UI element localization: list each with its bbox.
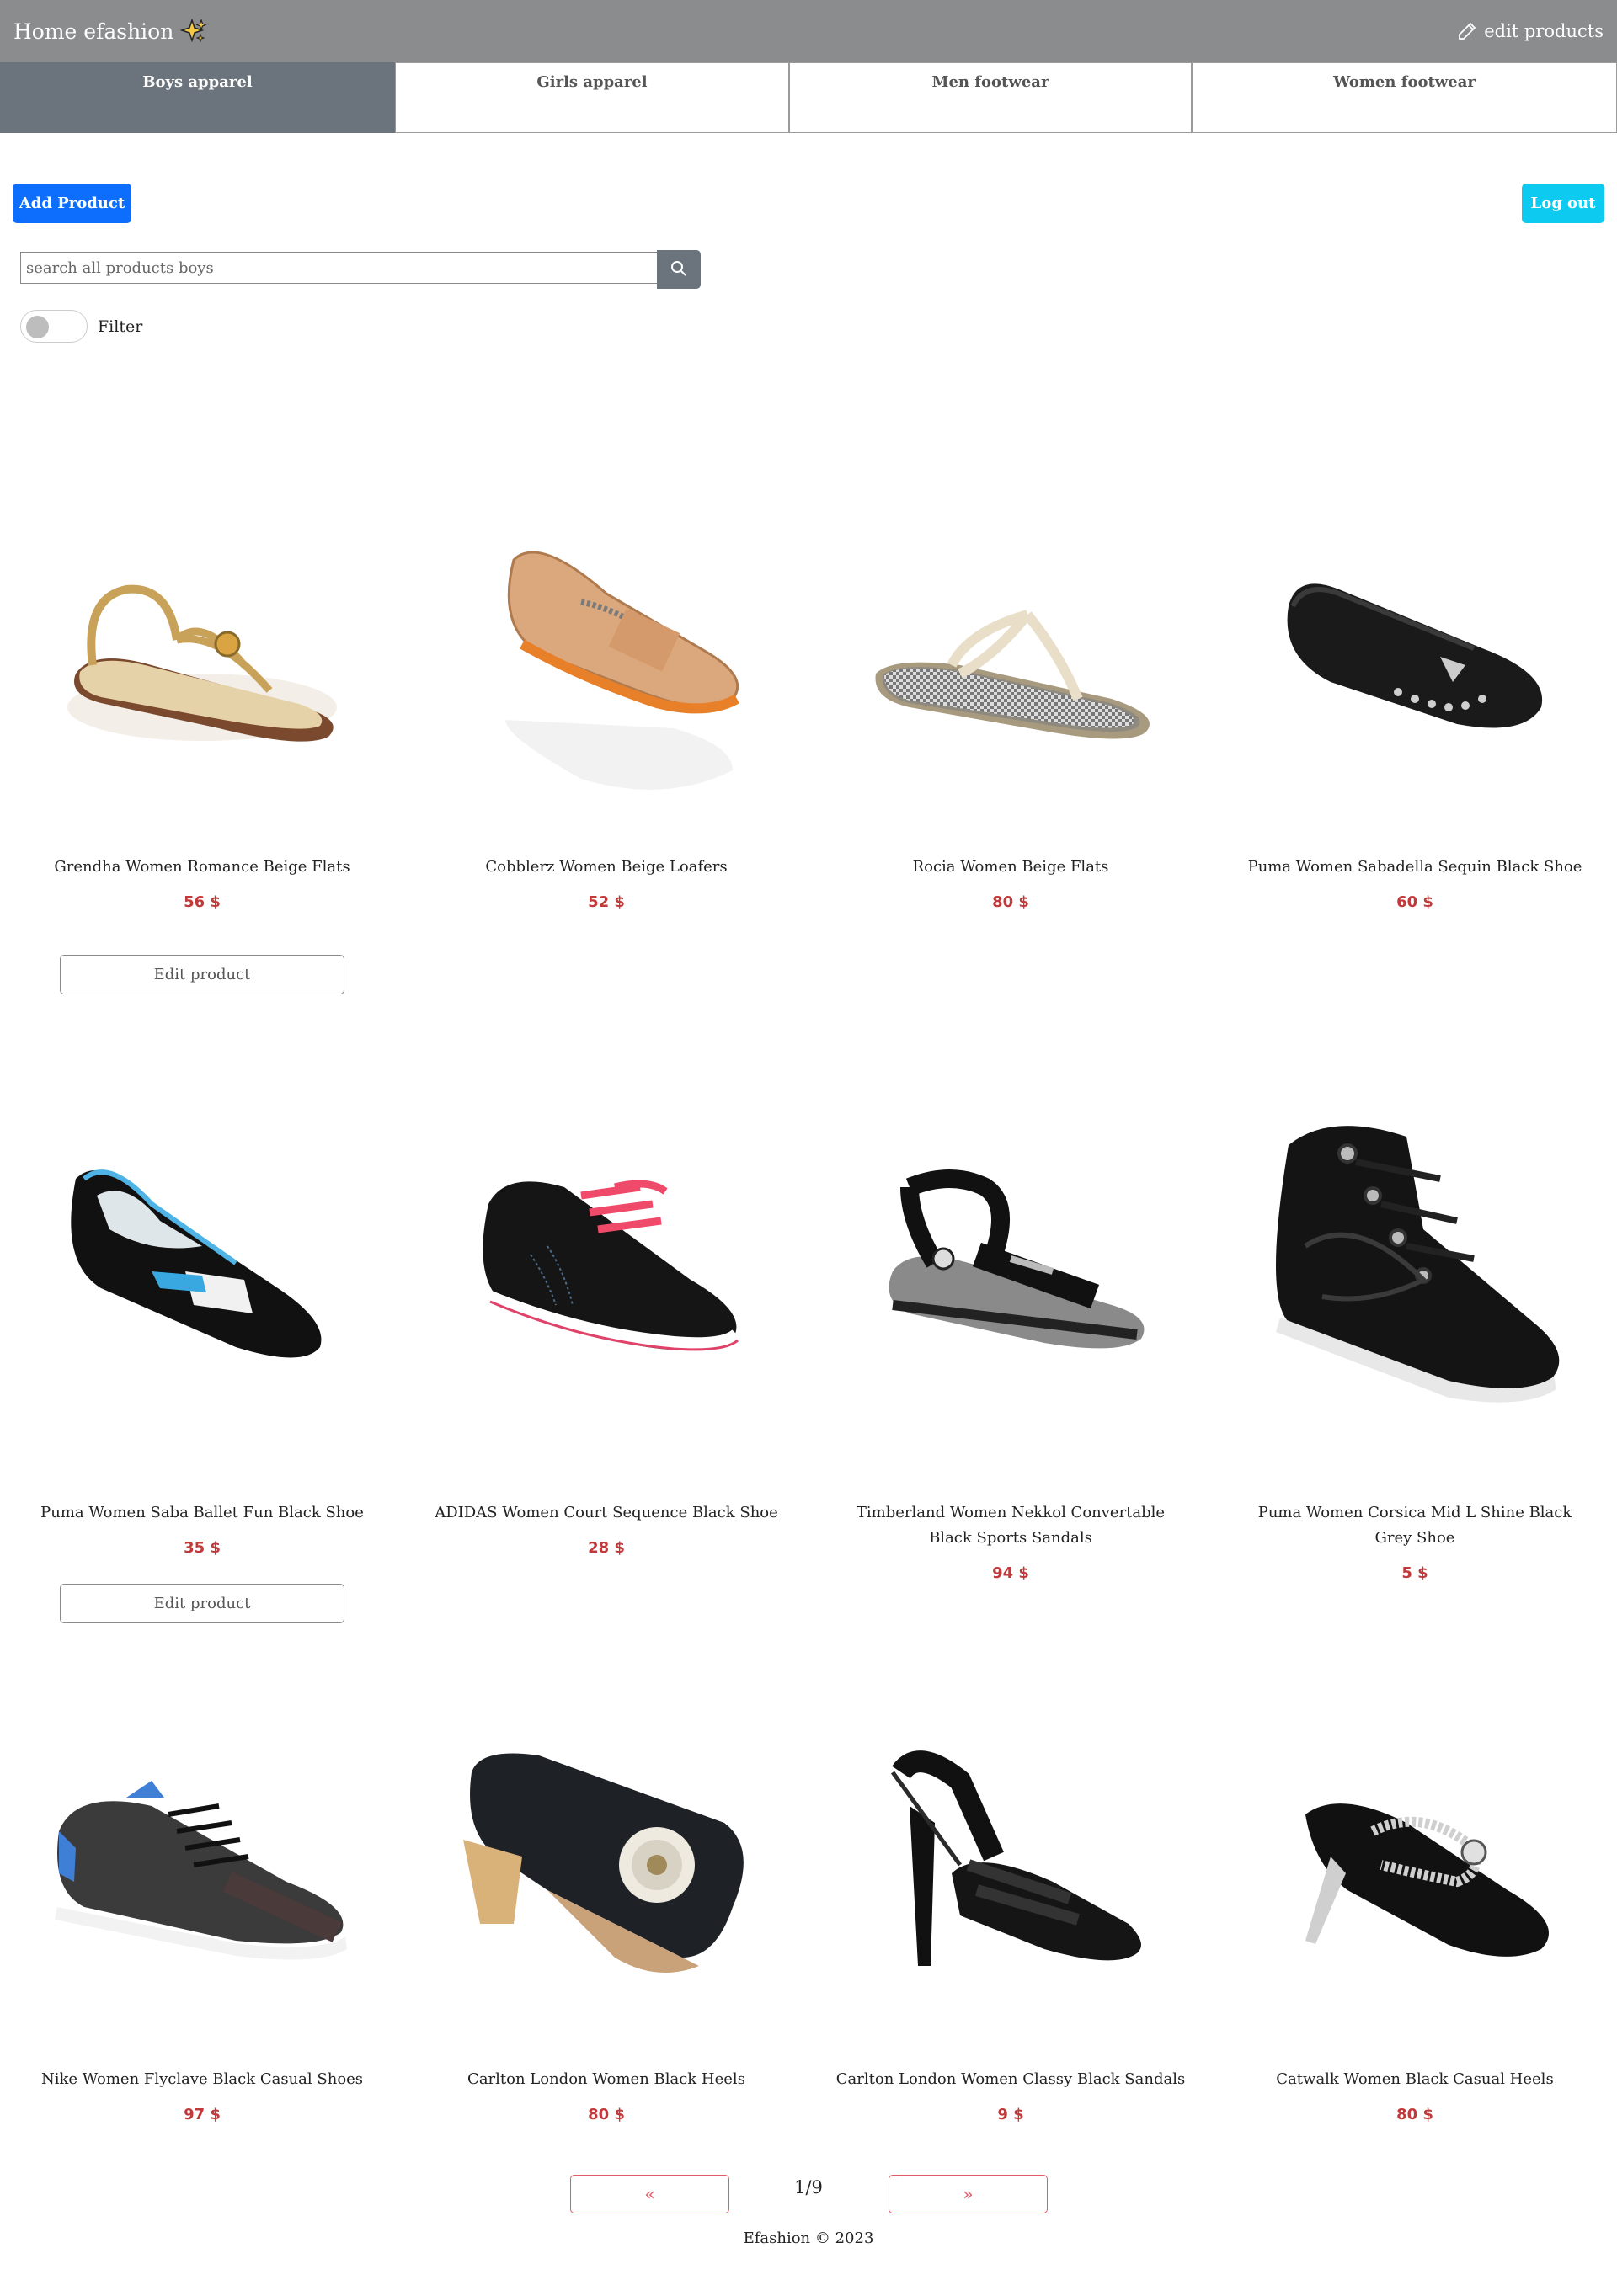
- product-image[interactable]: [404, 1684, 808, 2046]
- product-image[interactable]: [404, 1052, 808, 1473]
- product-card: Puma Women Saba Ballet Fun Black Shoe 35…: [0, 1052, 404, 1557]
- page-indicator: 1/9: [794, 2177, 823, 2197]
- filter-toggle[interactable]: [20, 310, 88, 343]
- product-image[interactable]: [0, 1684, 404, 2046]
- product-name: Timberland Women Nekkol Convertable Blac…: [856, 1504, 1166, 1547]
- product-card: Carlton London Women Classy Black Sandal…: [808, 1684, 1213, 2123]
- product-image[interactable]: [0, 497, 404, 834]
- product-price: 97 $: [184, 2106, 221, 2123]
- pencil-icon: [1457, 21, 1477, 41]
- product-image[interactable]: [404, 497, 808, 834]
- product-card: Timberland Women Nekkol Convertable Blac…: [808, 1052, 1213, 1582]
- product-price: 56 $: [184, 893, 221, 911]
- product-name: Puma Women Saba Ballet Fun Black Shoe: [40, 1504, 364, 1521]
- previous-page-button[interactable]: «: [570, 2175, 729, 2213]
- category-tabs: Boys apparel Girls apparel Men footwear …: [0, 62, 1617, 133]
- top-navbar: Home efashion edit products: [0, 0, 1617, 62]
- brand-title: Home efashion: [13, 19, 174, 44]
- edit-product-button[interactable]: Edit product: [60, 1584, 344, 1623]
- search-button[interactable]: [657, 250, 701, 289]
- product-image[interactable]: [808, 497, 1213, 834]
- search-bar: [20, 250, 701, 289]
- product-price: 5 $: [1401, 1564, 1428, 1582]
- search-input[interactable]: [20, 252, 657, 284]
- edit-products-label: edit products: [1484, 21, 1604, 41]
- product-image[interactable]: [808, 1052, 1213, 1473]
- product-price: 9 $: [997, 2106, 1024, 2123]
- tab-women-footwear[interactable]: Women footwear: [1192, 62, 1617, 133]
- product-price: 94 $: [992, 1564, 1029, 1582]
- product-price: 60 $: [1396, 893, 1433, 911]
- tab-men-footwear[interactable]: Men footwear: [789, 62, 1192, 133]
- product-name: Carlton London Women Classy Black Sandal…: [835, 2070, 1186, 2088]
- product-card: Catwalk Women Black Casual Heels 80 $: [1213, 1684, 1617, 2123]
- edit-product-button[interactable]: Edit product: [60, 955, 344, 994]
- product-name: Nike Women Flyclave Black Casual Shoes: [40, 2070, 364, 2088]
- sparkles-icon: [180, 18, 207, 45]
- product-image[interactable]: [1213, 1684, 1617, 2046]
- product-image[interactable]: [808, 1684, 1213, 2046]
- log-out-button[interactable]: Log out: [1522, 184, 1604, 223]
- product-price: 80 $: [1396, 2106, 1433, 2123]
- product-image[interactable]: [0, 1052, 404, 1473]
- product-card: Grendha Women Romance Beige Flats 56 $: [0, 497, 404, 911]
- product-card: Nike Women Flyclave Black Casual Shoes 9…: [0, 1684, 404, 2123]
- search-icon: [670, 260, 687, 280]
- product-card: Cobblerz Women Beige Loafers 52 $: [404, 497, 808, 911]
- product-name: ADIDAS Women Court Sequence Black Shoe: [435, 1504, 778, 1521]
- product-price: 35 $: [184, 1539, 221, 1557]
- filter-label: Filter: [98, 317, 143, 336]
- product-name: Carlton London Women Black Heels: [467, 2070, 745, 2088]
- filter-row: Filter: [20, 310, 142, 343]
- product-name: Grendha Women Romance Beige Flats: [54, 858, 350, 876]
- product-name: Puma Women Sabadella Sequin Black Shoe: [1247, 858, 1582, 876]
- next-page-button[interactable]: »: [889, 2175, 1048, 2213]
- footer-copyright: Efashion © 2023: [743, 2229, 874, 2247]
- product-card: Carlton London Women Black Heels 80 $: [404, 1684, 808, 2123]
- product-card: Puma Women Sabadella Sequin Black Shoe 6…: [1213, 497, 1617, 911]
- product-card: Puma Women Corsica Mid L Shine Black Gre…: [1213, 1052, 1617, 1582]
- home-link[interactable]: Home efashion: [13, 18, 207, 45]
- edit-products-link[interactable]: edit products: [1457, 21, 1604, 41]
- tab-girls-apparel[interactable]: Girls apparel: [395, 62, 789, 133]
- add-product-button[interactable]: Add Product: [13, 184, 131, 223]
- product-price: 80 $: [992, 893, 1029, 911]
- product-name: Cobblerz Women Beige Loafers: [485, 858, 728, 876]
- toggle-knob: [26, 316, 49, 338]
- product-price: 80 $: [588, 2106, 625, 2123]
- product-name: Catwalk Women Black Casual Heels: [1276, 2070, 1554, 2088]
- product-image[interactable]: [1213, 1052, 1617, 1473]
- tab-boys-apparel[interactable]: Boys apparel: [0, 62, 395, 133]
- product-price: 52 $: [588, 893, 625, 911]
- product-name: Puma Women Corsica Mid L Shine Black Gre…: [1257, 1504, 1572, 1547]
- product-name: Rocia Women Beige Flats: [912, 858, 1109, 876]
- product-price: 28 $: [588, 1539, 625, 1557]
- product-image[interactable]: [1213, 497, 1617, 834]
- product-card: ADIDAS Women Court Sequence Black Shoe 2…: [404, 1052, 808, 1557]
- product-card: Rocia Women Beige Flats 80 $: [808, 497, 1213, 911]
